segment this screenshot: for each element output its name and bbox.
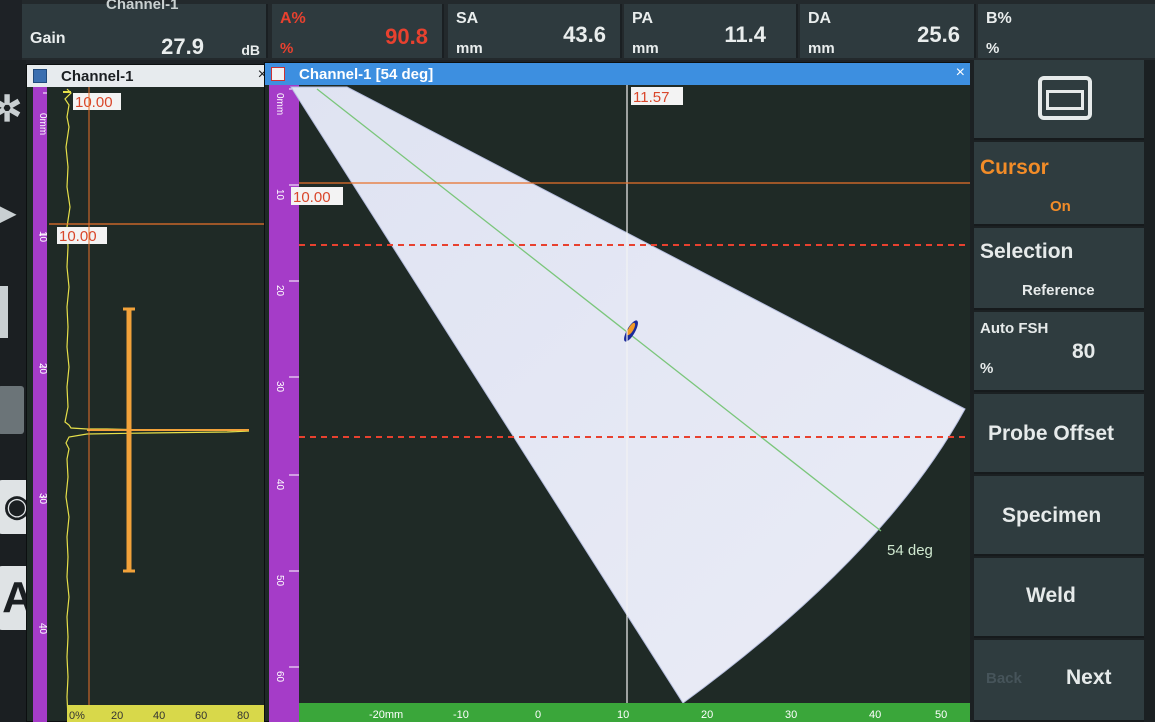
amp-tick-60: 60	[195, 710, 207, 722]
pa-unit: mm	[632, 40, 659, 57]
ascan-tick-10: 10	[37, 231, 48, 243]
auto-fsh-unit: %	[980, 360, 994, 377]
specimen-label: Specimen	[1002, 504, 1102, 527]
sa-label: SA	[456, 10, 479, 27]
amp-tick-80: 80	[237, 710, 249, 722]
angle-label: 54 deg	[887, 542, 933, 559]
ascan-title: Channel-1	[61, 68, 134, 85]
sscan-tick-30: 30	[274, 381, 285, 393]
sscan-depth-ruler	[269, 85, 299, 722]
ascan-tick-30: 30	[37, 493, 48, 505]
probe-offset-label: Probe Offset	[988, 422, 1115, 445]
x-tick-10: 10	[617, 709, 629, 721]
gain-readout[interactable]: Channel-1 Gain 27.9 dB	[22, 0, 268, 59]
x-tick-m10: -10	[453, 709, 469, 721]
sscan-tick-60: 60	[274, 671, 285, 683]
x-tick-40: 40	[869, 709, 881, 721]
x-tick-m20: -20mm	[369, 709, 403, 721]
sscan-tick-50: 50	[274, 575, 285, 587]
pa-value: 11.4	[724, 22, 766, 47]
auto-fsh-value: 80	[1072, 340, 1096, 363]
a-pct-label: A%	[280, 10, 306, 27]
readout-bar: Channel-1 Gain 27.9 dB A% % 90.8 SA mm 4…	[22, 0, 1155, 60]
pa-label: PA	[632, 10, 654, 27]
da-label: DA	[808, 10, 832, 27]
ascan-peak-marker[interactable]	[87, 307, 249, 573]
window-icon	[271, 67, 285, 81]
da-value: 25.6	[917, 22, 960, 47]
cursor-v-label: 11.57	[633, 89, 669, 106]
gain-label: Gain	[30, 30, 66, 47]
sscan-tick-0: 0mm	[274, 93, 285, 115]
sscan-sector-image	[291, 87, 965, 703]
ascan-gate-label-mid: 10.00	[59, 228, 97, 245]
da-unit: mm	[808, 40, 835, 57]
auto-fsh-label: Auto FSH	[980, 320, 1049, 337]
selection-label: Selection	[980, 240, 1074, 263]
specimen-button[interactable]: Specimen	[974, 476, 1144, 556]
cursor-h-label: 10.00	[293, 189, 331, 206]
ascan-tick-20: 20	[37, 363, 48, 375]
sa-readout[interactable]: SA mm 43.6	[448, 4, 622, 58]
x-tick-0: 0	[535, 709, 541, 721]
next-button[interactable]: Next	[1066, 666, 1112, 690]
channel-title: Channel-1	[106, 0, 179, 13]
sscan-titlebar: Channel-1 [54 deg] ×	[265, 63, 973, 85]
sscan-tick-40: 40	[274, 479, 285, 491]
left-toolbar: ✲ ▶ ◉ A	[0, 60, 40, 722]
back-next-bar: Back Next	[974, 640, 1144, 722]
back-button[interactable]: Back	[986, 670, 1022, 687]
sscan-plot: 0mm 10 20 30 40 50 60 11.57 10.00 54 deg…	[269, 85, 975, 722]
close-icon[interactable]: ×	[956, 64, 965, 82]
sscan-tick-20: 20	[274, 285, 285, 297]
a-pct-unit: %	[280, 40, 294, 57]
amp-tick-20: 20	[111, 710, 123, 722]
b-pct-readout[interactable]: B% %	[978, 4, 1155, 58]
sscan-tick-10: 10	[274, 189, 285, 201]
selection-value: Reference	[1022, 282, 1095, 299]
cursor-button[interactable]: Cursor On	[974, 142, 1144, 226]
layout-button[interactable]	[974, 60, 1144, 140]
bar-icon[interactable]	[0, 286, 8, 338]
x-tick-30: 30	[785, 709, 797, 721]
ascan-tick-0: 0mm	[37, 113, 48, 135]
ascan-panel[interactable]: Channel-1 × 0mm 10 20 30 40 10.00 10.00 …	[26, 64, 277, 722]
b-pct-unit: %	[986, 40, 1000, 57]
probe-offset-button[interactable]: Probe Offset	[974, 394, 1144, 474]
b-pct-label: B%	[986, 10, 1012, 27]
x-tick-20: 20	[701, 709, 713, 721]
selection-button[interactable]: Selection Reference	[974, 228, 1144, 310]
play-icon[interactable]: ▶	[0, 196, 16, 229]
pa-readout[interactable]: PA mm 11.4	[624, 4, 798, 58]
gain-unit: dB	[241, 42, 260, 58]
da-readout[interactable]: DA mm 25.6	[800, 4, 976, 58]
flaw-detector-screen: Channel-1 Gain 27.9 dB A% % 90.8 SA mm 4…	[0, 0, 1155, 722]
amp-tick-40: 40	[153, 710, 165, 722]
ascan-signal-trace	[64, 88, 250, 718]
cursor-label: Cursor	[980, 156, 1049, 179]
ascan-tick-40: 40	[37, 623, 48, 635]
gain-value: 27.9	[161, 34, 204, 59]
window-icon	[33, 69, 47, 83]
right-menu: Cursor On Selection Reference Auto FSH %…	[970, 60, 1155, 722]
cursor-value: On	[1050, 198, 1071, 215]
ascan-titlebar: Channel-1 ×	[27, 65, 275, 87]
gear-icon[interactable]: ✲	[0, 88, 22, 130]
auto-fsh-button[interactable]: Auto FSH % 80	[974, 312, 1144, 392]
weld-button[interactable]: Weld	[974, 558, 1144, 638]
a-pct-value: 90.8	[385, 24, 428, 49]
weld-label: Weld	[1026, 584, 1076, 607]
ascan-plot: 0mm 10 20 30 40 10.00 10.00 0% 20 40 60 …	[33, 87, 277, 722]
sscan-panel[interactable]: Channel-1 [54 deg] × 0mm 10 20 30 40 50 …	[264, 62, 975, 722]
sa-unit: mm	[456, 40, 483, 57]
amp-tick-0: 0%	[69, 710, 85, 722]
layout-icon	[1038, 76, 1092, 120]
sa-value: 43.6	[563, 22, 606, 47]
sscan-title: Channel-1 [54 deg]	[299, 66, 434, 83]
ascan-gate-label-top: 10.00	[75, 94, 113, 111]
tile-icon[interactable]	[0, 386, 24, 434]
x-tick-50: 50	[935, 709, 947, 721]
a-pct-readout[interactable]: A% % 90.8	[272, 4, 444, 58]
